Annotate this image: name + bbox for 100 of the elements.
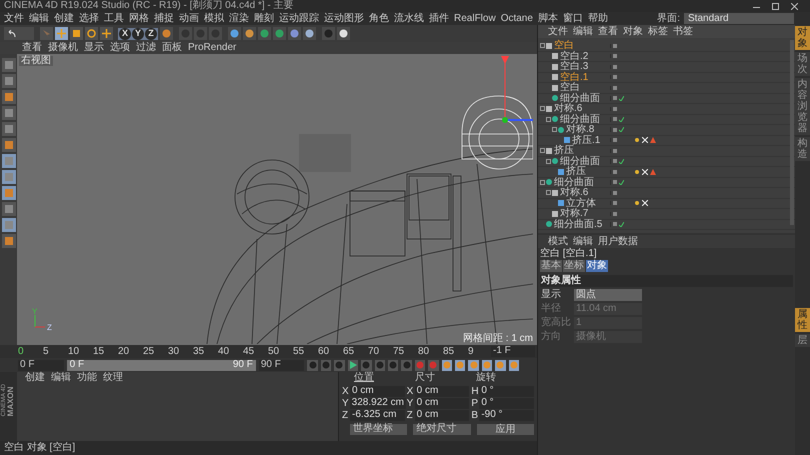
menu-item[interactable]: 书签	[673, 26, 693, 36]
plus-icon[interactable]	[100, 27, 113, 40]
side-tab[interactable]: 属性	[795, 308, 810, 332]
menu-item[interactable]: Octane	[500, 14, 533, 24]
object-name[interactable]: 对称.6	[554, 103, 582, 114]
value-field[interactable]: 0 cm	[414, 398, 470, 409]
object-name[interactable]: 挤压	[566, 166, 586, 178]
object-name[interactable]: 对称.8	[566, 124, 594, 136]
menu-item[interactable]: 选项	[110, 43, 130, 53]
dot-tag-icon[interactable]	[634, 168, 640, 175]
play-icon[interactable]	[348, 360, 358, 370]
menu-item[interactable]: 创建	[25, 373, 45, 383]
object-name[interactable]: 空白	[560, 82, 580, 94]
frame-range-slider[interactable]: 0 F 90 F	[66, 360, 256, 370]
menu-item[interactable]: 渲染	[229, 14, 249, 24]
menu-item[interactable]: 动画	[179, 14, 199, 24]
side-tab[interactable]: 构造	[795, 137, 810, 161]
dot-tag-icon[interactable]	[634, 137, 640, 144]
menu-item[interactable]: 帮助	[588, 14, 608, 24]
menu-item[interactable]: 工具	[104, 14, 124, 24]
side-tab[interactable]: 对象	[795, 26, 810, 50]
object-name[interactable]: 空白.1	[560, 72, 588, 83]
close-icon[interactable]	[791, 2, 798, 10]
cross-tag-icon[interactable]	[642, 137, 648, 144]
menu-item[interactable]: 雕刻	[254, 14, 274, 24]
value-field[interactable]: 0 °	[479, 398, 534, 409]
menu-item[interactable]: 编辑	[573, 26, 593, 36]
side-tab[interactable]: 内容浏览器	[795, 78, 810, 135]
menu-item[interactable]: 过滤	[136, 43, 156, 53]
record-icon[interactable]	[414, 360, 426, 370]
object-name[interactable]: 空白.3	[560, 61, 588, 72]
object-name[interactable]: 挤压.1	[572, 134, 600, 146]
object-name[interactable]: 对称.6	[560, 187, 588, 198]
menu-item[interactable]: 运动跟踪	[279, 14, 319, 24]
object-name[interactable]: 细分曲面	[560, 114, 600, 125]
axis-lock-button[interactable]: X	[119, 28, 131, 40]
dot-tag-icon[interactable]	[634, 200, 640, 206]
side-tab[interactable]: 场次	[795, 52, 810, 76]
menu-item[interactable]: 编辑	[29, 14, 49, 24]
cross-tag-icon[interactable]	[642, 200, 648, 206]
value-field[interactable]: 0 cm	[350, 386, 405, 397]
check-icon[interactable]	[619, 96, 624, 101]
menu-item[interactable]: 功能	[77, 373, 97, 383]
menu-item[interactable]: 捕捉	[154, 14, 174, 24]
value-field[interactable]: 328.922 cm	[350, 398, 406, 409]
menu-item[interactable]: 模拟	[204, 14, 224, 24]
dropdown[interactable]: 圆点	[574, 289, 642, 301]
value-field[interactable]: 0 cm	[414, 386, 470, 397]
menu-item[interactable]: 对象	[623, 26, 643, 36]
menu-item[interactable]: 创建	[54, 14, 74, 24]
menu-item[interactable]: 选择	[79, 14, 99, 24]
side-tab[interactable]: 层	[795, 334, 810, 347]
check-icon[interactable]	[619, 180, 624, 185]
menu-item[interactable]: 网格	[129, 14, 149, 24]
object-name[interactable]: 细分曲面.5	[554, 218, 602, 230]
collapse-icon[interactable]	[540, 43, 545, 48]
value-field[interactable]: -90 °	[479, 410, 534, 421]
object-name[interactable]: 挤压	[554, 145, 574, 156]
menu-item[interactable]: 插件	[429, 14, 449, 24]
tab[interactable]: 基本	[540, 260, 562, 272]
menu-item[interactable]: 用户数据	[598, 236, 638, 246]
menu-item[interactable]: 编辑	[573, 236, 593, 246]
menu-item[interactable]: 文件	[548, 26, 568, 36]
check-icon[interactable]	[619, 127, 624, 132]
menu-item[interactable]: ProRender	[188, 43, 236, 53]
dropdown[interactable]: 世界坐标	[350, 424, 408, 435]
viewport[interactable]: 右视图 网格间距 : 1 cm Y Z	[17, 54, 537, 345]
object-name[interactable]: 空白	[554, 40, 574, 52]
layout-dropdown[interactable]: Standard	[684, 13, 794, 24]
menu-item[interactable]: 窗口	[562, 14, 583, 24]
menu-item[interactable]: RealFlow	[454, 14, 496, 24]
menu-item[interactable]: 面板	[162, 43, 182, 53]
axis-lock-button[interactable]: Z	[145, 28, 157, 40]
value-field[interactable]: 0 °	[479, 386, 534, 397]
start-frame-field[interactable]: 0 F	[18, 360, 64, 370]
object-name[interactable]: 空白.2	[560, 50, 588, 62]
check-icon[interactable]	[619, 116, 624, 122]
menu-item[interactable]: 显示	[84, 43, 104, 53]
menu-item[interactable]: 查看	[22, 43, 42, 53]
axis-lock-button[interactable]: Y	[132, 28, 144, 40]
value-field[interactable]: 0 cm	[414, 410, 470, 421]
menu-item[interactable]: 摄像机	[48, 43, 78, 53]
menu-item[interactable]: 查看	[598, 26, 618, 36]
object-name[interactable]: 立方体	[566, 198, 596, 209]
dropdown[interactable]: 绝对尺寸	[413, 424, 471, 435]
menu-item[interactable]: 运动图形	[324, 14, 364, 24]
menu-item[interactable]: 标签	[648, 26, 668, 36]
current-frame-field[interactable]: -1 F	[491, 346, 535, 357]
object-name[interactable]: 对称.7	[560, 208, 588, 220]
undo-button[interactable]	[4, 27, 34, 40]
object-name[interactable]: 细分曲面	[554, 176, 594, 188]
check-icon[interactable]	[619, 222, 624, 227]
check-icon[interactable]	[619, 158, 624, 164]
value-field[interactable]: -6.325 cm	[350, 410, 405, 421]
end-frame-field[interactable]: 90 F	[258, 360, 304, 370]
cross-tag-icon[interactable]	[642, 168, 648, 175]
menu-item[interactable]: 纹理	[103, 373, 123, 383]
menu-item[interactable]: 文件	[4, 14, 24, 24]
menu-item[interactable]: 模式	[548, 236, 568, 246]
menu-item[interactable]: 编辑	[51, 373, 71, 383]
